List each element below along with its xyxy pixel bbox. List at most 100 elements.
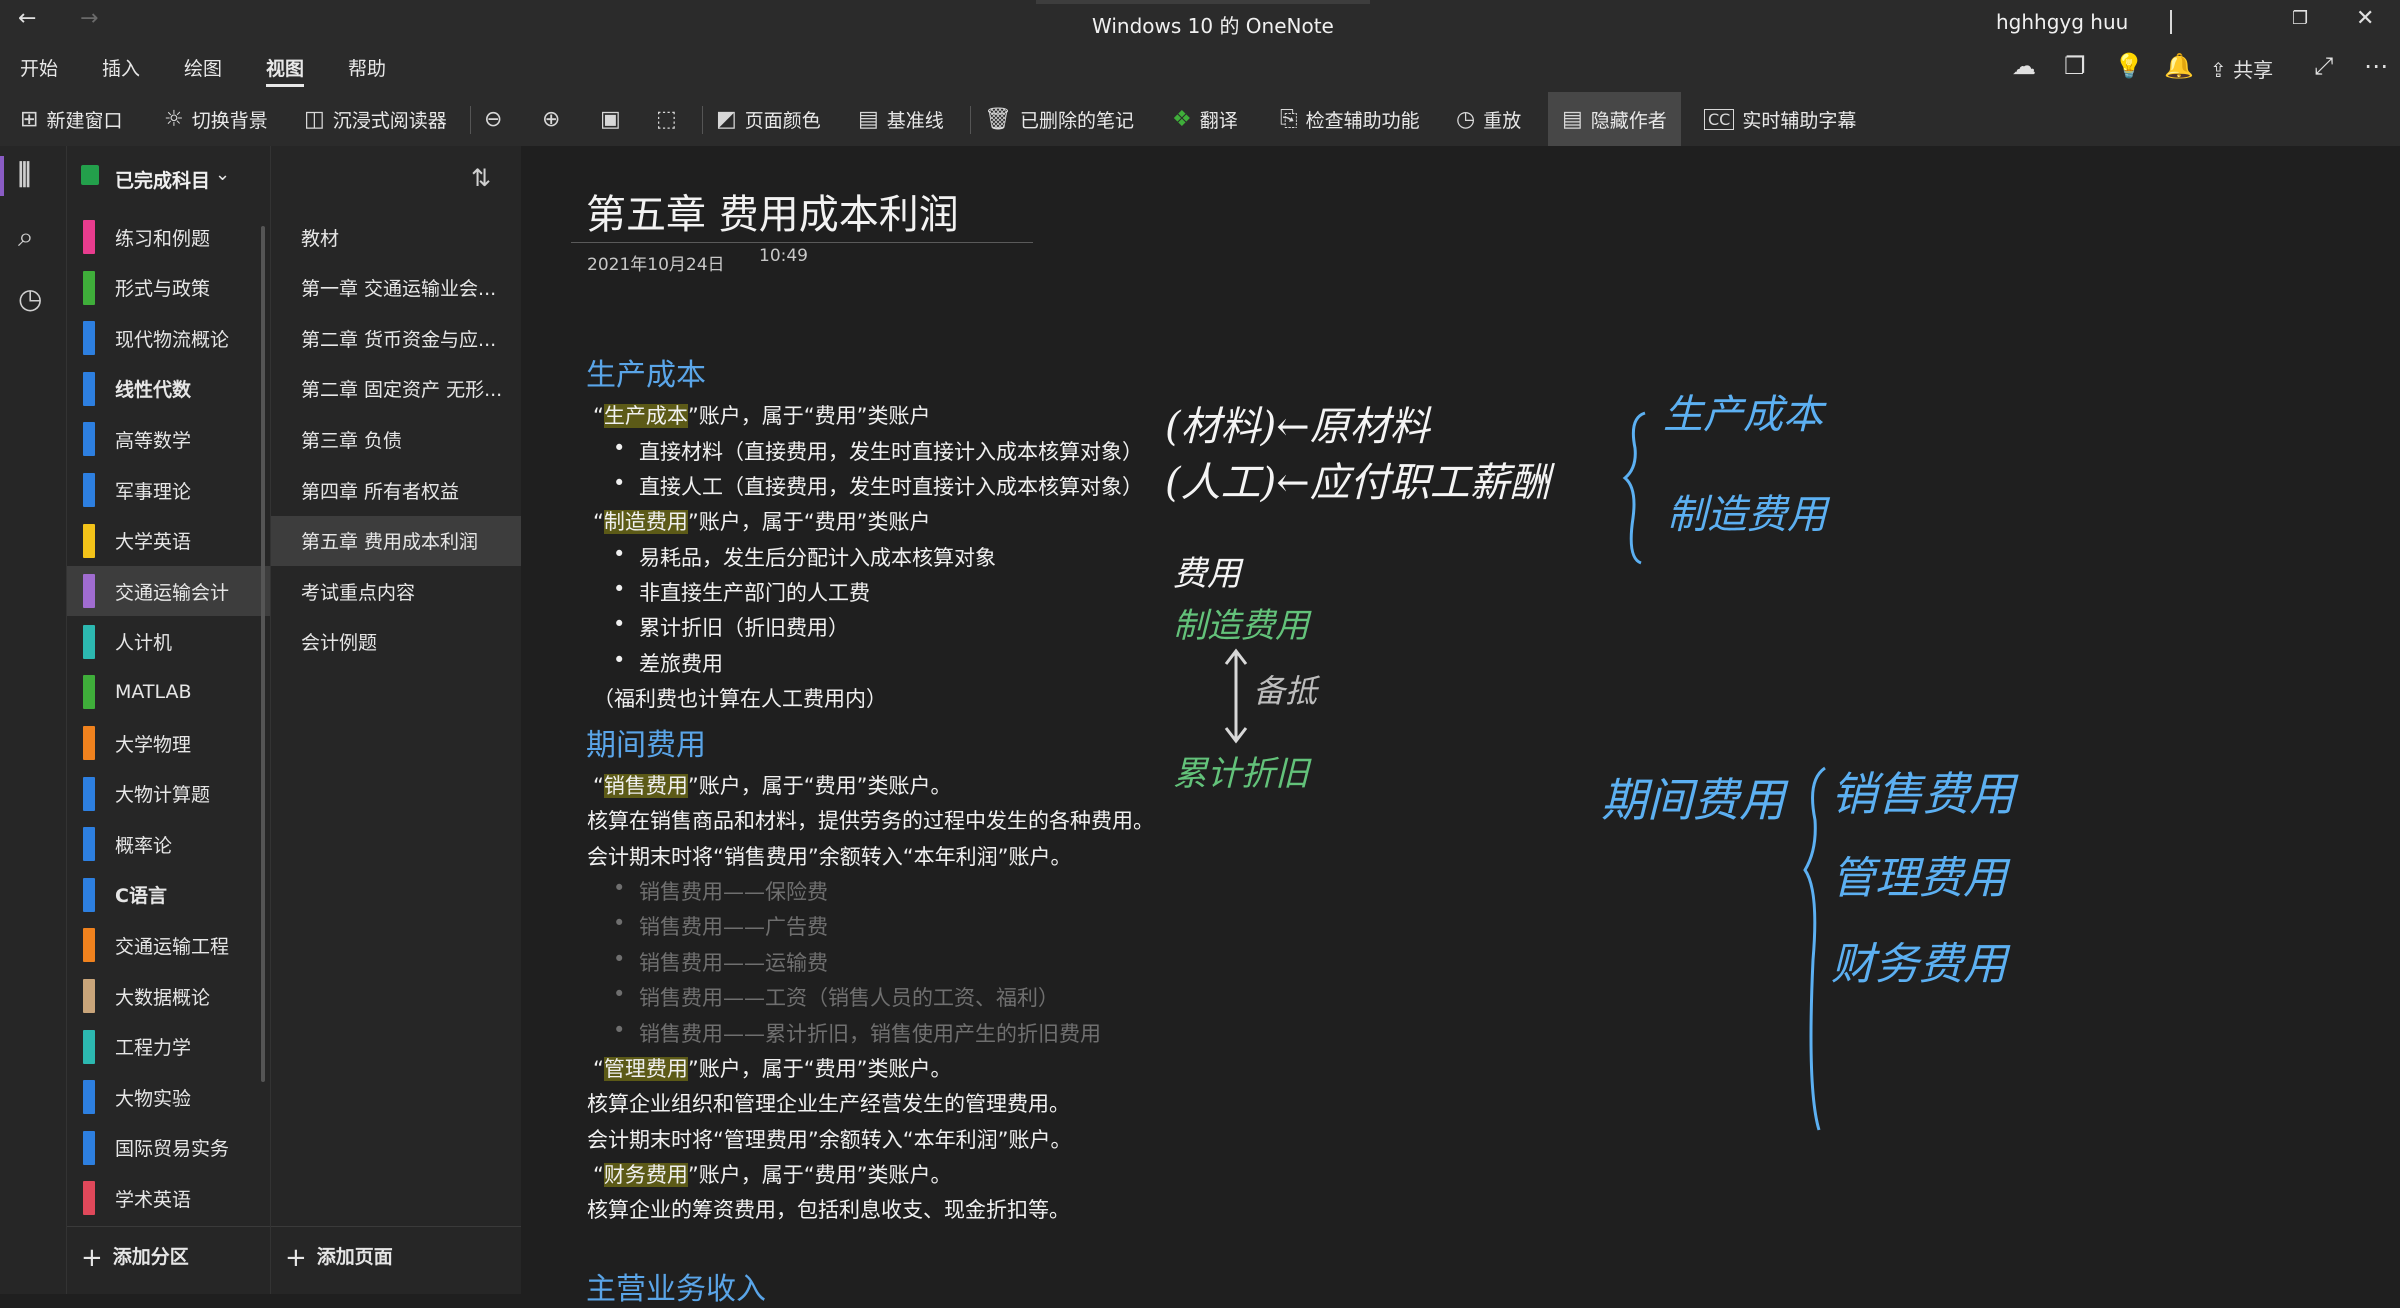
page-color-button[interactable]: ◩ 页面颜色 — [716, 102, 821, 136]
page-item[interactable]: 考试重点内容 — [271, 566, 521, 616]
text-line[interactable]: （福利费也计算在人工费用内） — [593, 683, 887, 713]
text-line[interactable]: 核算企业的筹资费用，包括利息收支、现金折扣等。 — [587, 1194, 1070, 1224]
section-item[interactable]: 现代物流概论 — [67, 313, 270, 363]
text-line[interactable]: 会计期末时将“销售费用”余额转入“本年利润”账户。 — [587, 841, 1072, 871]
list-item[interactable]: 直接材料（直接费用，发生时直接计入成本核算对象） — [613, 436, 1143, 466]
ink-note[interactable]: 期间费用 — [1601, 764, 1785, 830]
text-line[interactable]: “管理费用”账户，属于“费用”类账户。 — [593, 1053, 952, 1083]
page-item[interactable]: 第三章 负债 — [271, 414, 521, 464]
section-item[interactable]: 军事理论 — [67, 465, 270, 515]
text-line[interactable]: 会计期末时将“管理费用”余额转入“本年利润”账户。 — [587, 1124, 1072, 1154]
section-item[interactable]: 大物计算题 — [67, 769, 270, 819]
tab-help[interactable]: 帮助 — [348, 54, 386, 81]
list-item[interactable]: 累计折旧（折旧费用） — [613, 612, 849, 642]
text-line[interactable]: “财务费用”账户，属于“费用”类账户。 — [593, 1159, 952, 1189]
notebooks-icon[interactable]: ⫼ — [18, 158, 31, 192]
live-captions-button[interactable]: CC 实时辅助字幕 — [1704, 102, 1856, 136]
accessibility-checker-button[interactable]: ⎘ 检查辅助功能 — [1280, 102, 1420, 136]
deleted-notes-button[interactable]: 🗑 已删除的笔记 — [984, 102, 1134, 136]
back-arrow-icon[interactable]: ← — [18, 6, 36, 31]
sort-icon[interactable]: ⇅ — [471, 164, 491, 192]
section-item[interactable]: 线性代数 — [67, 364, 270, 414]
lightbulb-icon[interactable]: 💡 — [2114, 52, 2144, 80]
restore-icon[interactable]: ❐ — [2292, 8, 2308, 29]
add-page-button[interactable]: + 添加页面 — [285, 1242, 393, 1273]
section-item[interactable]: C语言 — [67, 870, 270, 920]
notebooks-icon[interactable]: ❐ — [2064, 52, 2086, 80]
page-item[interactable]: 教材 — [271, 212, 521, 262]
page-item[interactable]: 第四章 所有者权益 — [271, 465, 521, 515]
list-item[interactable]: 直接人工（直接费用，发生时直接计入成本核算对象） — [613, 471, 1143, 501]
page-item[interactable]: 第一章 交通运输业会... — [271, 263, 521, 313]
zoom-out-button[interactable]: ⊖ — [484, 102, 510, 136]
section-item[interactable]: 大数据概论 — [67, 971, 270, 1021]
section-item[interactable]: 学术英语 — [67, 1173, 270, 1223]
sync-icon[interactable]: ☁ — [2012, 52, 2036, 80]
fullscreen-icon[interactable]: ⤢ — [2314, 52, 2333, 80]
ink-note[interactable]: 累计折旧 — [1173, 746, 1309, 795]
heading-period-expenses[interactable]: 期间费用 — [586, 720, 706, 764]
text-line[interactable]: “制造费用”账户，属于“费用”类账户 — [593, 506, 931, 536]
add-section-button[interactable]: + 添加分区 — [81, 1242, 189, 1273]
bell-icon[interactable]: 🔔 — [2164, 52, 2194, 80]
ink-note[interactable]: 财务费用 — [1831, 928, 2007, 992]
text-line[interactable]: 核算在销售商品和材料，提供劳务的过程中发生的各种费用。 — [587, 805, 1154, 835]
section-item[interactable]: 概率论 — [67, 819, 270, 869]
ink-note[interactable]: 制造费用 — [1667, 482, 1827, 540]
recent-clock-icon[interactable]: ◷ — [18, 282, 42, 315]
new-window-button[interactable]: ⊞ 新建窗口 — [20, 102, 122, 136]
section-item[interactable]: 工程力学 — [67, 1022, 270, 1072]
notebook-header[interactable]: 已完成科目 ⌄ — [67, 146, 270, 206]
ink-note[interactable]: 生产成本 — [1663, 382, 1823, 440]
search-icon[interactable]: ⌕ — [18, 220, 34, 254]
list-item[interactable]: 销售费用——广告费 — [613, 911, 828, 941]
page-title[interactable]: 第五章 费用成本利润 — [586, 182, 959, 240]
translate-button[interactable]: ❖ 翻译 — [1172, 102, 1238, 136]
page-item[interactable]: 会计例题 — [271, 617, 521, 667]
immersive-reader-button[interactable]: ◫ 沉浸式阅读器 — [304, 102, 447, 136]
zoom-100-button[interactable]: ▣ — [600, 102, 629, 136]
toggle-background-button[interactable]: ☼ 切换背景 — [164, 102, 268, 136]
section-item[interactable]: 大学英语 — [67, 516, 270, 566]
text-line[interactable]: “销售费用”账户，属于“费用”类账户。 — [593, 770, 952, 800]
tab-view[interactable]: 视图 — [266, 54, 305, 87]
ink-note[interactable]: 管理费用 — [1831, 842, 2007, 906]
list-item[interactable]: 销售费用——运输费 — [613, 947, 828, 977]
ink-note[interactable]: 费用 — [1173, 546, 1241, 595]
page-item[interactable]: 第二章 固定资产 无形... — [271, 364, 521, 414]
ink-note[interactable]: (人工)←应付职工薪酬 — [1165, 450, 1550, 508]
section-item[interactable]: 练习和例题 — [67, 212, 270, 262]
zoom-in-button[interactable]: ⊕ — [542, 102, 568, 136]
page-width-button[interactable]: ⬚ — [656, 102, 685, 136]
tab-draw[interactable]: 绘图 — [184, 54, 222, 81]
text-line[interactable]: “生产成本”账户，属于“费用”类账户 — [593, 400, 931, 430]
forward-arrow-icon[interactable]: → — [80, 6, 98, 31]
ink-note[interactable]: 备抵 — [1253, 666, 1317, 712]
section-item[interactable]: 国际贸易实务 — [67, 1123, 270, 1173]
ink-note[interactable]: (材料)←原材料 — [1165, 394, 1430, 452]
ink-note[interactable]: 制造费用 — [1173, 598, 1309, 647]
list-item[interactable]: 非直接生产部门的人工费 — [613, 577, 870, 607]
hide-authors-button[interactable]: ▤ 隐藏作者 — [1548, 92, 1681, 146]
section-item[interactable]: 交通运输会计 — [67, 566, 270, 617]
note-canvas[interactable]: 第五章 费用成本利润 2021年10月24日 10:49 生产成本 “生产成本”… — [521, 146, 2400, 1307]
section-item[interactable]: 高等数学 — [67, 414, 270, 464]
text-line[interactable]: 核算企业组织和管理企业生产经营发生的管理费用。 — [587, 1088, 1070, 1118]
section-item[interactable]: 交通运输工程 — [67, 920, 270, 970]
section-item[interactable]: 大物实验 — [67, 1072, 270, 1122]
list-item[interactable]: 销售费用——保险费 — [613, 876, 828, 906]
more-options-icon[interactable]: ⋯ — [2364, 52, 2388, 80]
section-scrollbar[interactable] — [261, 226, 265, 1082]
tab-insert[interactable]: 插入 — [102, 54, 140, 81]
close-icon[interactable]: ✕ — [2356, 6, 2374, 31]
ink-brace[interactable] — [1617, 408, 1657, 568]
page-item[interactable]: 第二章 货币资金与应... — [271, 313, 521, 363]
list-item[interactable]: 易耗品，发生后分配计入成本核算对象 — [613, 542, 996, 572]
user-name[interactable]: hghhgyg huu — [1996, 10, 2128, 34]
section-item[interactable]: 人计机 — [67, 617, 270, 667]
ink-arrow[interactable] — [1221, 646, 1251, 746]
heading-production-cost[interactable]: 生产成本 — [586, 350, 706, 394]
section-item[interactable]: 大学物理 — [67, 718, 270, 768]
share-button[interactable]: ⇪ 共享 — [2210, 54, 2273, 83]
list-item[interactable]: 销售费用——工资（销售人员的工资、福利） — [613, 982, 1059, 1012]
